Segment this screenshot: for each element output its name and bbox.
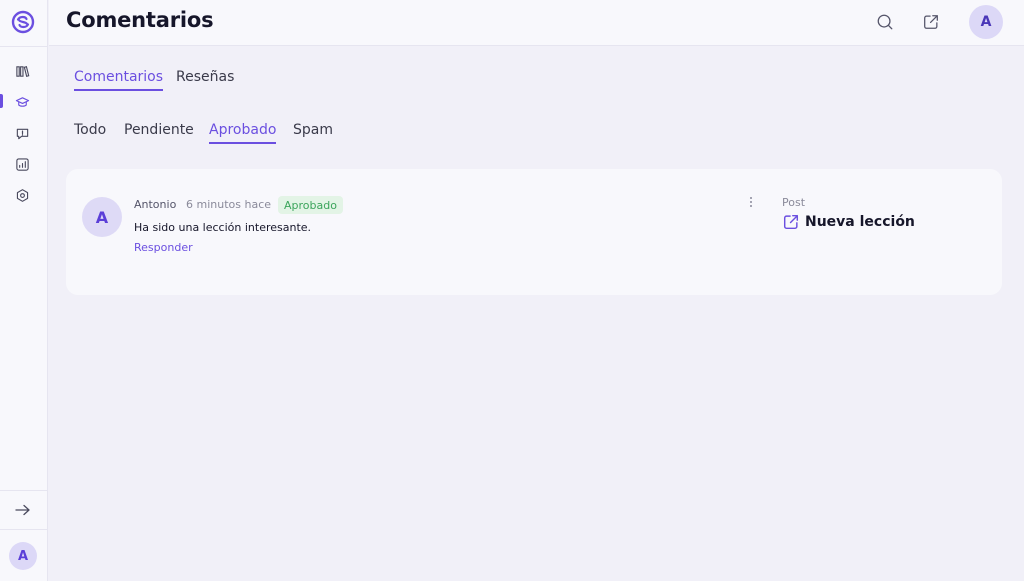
collapse-sidebar-button[interactable]	[12, 500, 34, 520]
page-title: Comentarios	[66, 8, 214, 32]
external-link-button[interactable]	[920, 11, 942, 33]
active-indicator	[0, 94, 3, 108]
sidebar-item-library[interactable]	[12, 61, 32, 81]
sidebar-item-settings[interactable]	[12, 185, 32, 205]
filter-pendiente[interactable]: Pendiente	[124, 122, 194, 142]
sidebar-divider	[0, 490, 48, 491]
library-icon	[15, 65, 29, 77]
external-link-icon	[783, 214, 799, 230]
app-logo[interactable]	[11, 10, 35, 34]
tab-resenas[interactable]: Reseñas	[176, 69, 234, 89]
comment-alert-icon	[16, 128, 28, 139]
sidebar-item-analytics[interactable]	[12, 154, 32, 174]
post-title: Nueva lección	[805, 214, 915, 230]
filter-spam[interactable]: Spam	[293, 122, 333, 142]
comment-timestamp: 6 minutos hace	[186, 198, 272, 211]
post-link[interactable]: Nueva lección	[782, 213, 915, 231]
user-avatar[interactable]: A	[969, 5, 1003, 39]
sidebar-user-avatar[interactable]: A	[9, 542, 37, 570]
reply-link[interactable]: Responder	[134, 241, 193, 254]
sidebar-item-courses[interactable]	[12, 92, 32, 112]
sidebar: A	[0, 0, 48, 581]
post-label: Post	[782, 196, 806, 209]
sidebar-divider	[0, 46, 48, 47]
chart-icon	[15, 157, 29, 171]
more-options-icon[interactable]	[746, 195, 756, 209]
search-button[interactable]	[874, 11, 896, 33]
status-badge: Aprobado	[278, 196, 343, 214]
sidebar-item-comments[interactable]	[12, 123, 32, 143]
external-link-icon	[924, 15, 938, 29]
comment-text: Ha sido una lección interesante.	[134, 221, 312, 234]
sidebar-divider	[0, 529, 48, 530]
comment-card: A Antonio 6 minutos hace Aprobado Ha sid…	[66, 169, 1002, 295]
search-icon	[877, 14, 893, 30]
tab-comentarios[interactable]: Comentarios	[74, 69, 164, 91]
comment-avatar: A	[82, 197, 122, 237]
graduation-cap-icon	[15, 96, 29, 107]
filter-todo[interactable]: Todo	[74, 122, 106, 142]
top-bar: Comentarios A	[49, 0, 1024, 46]
settings-icon	[16, 188, 28, 202]
filter-aprobado[interactable]: Aprobado	[209, 122, 277, 144]
arrow-right-icon	[15, 504, 30, 516]
comment-author: Antonio	[134, 198, 177, 211]
